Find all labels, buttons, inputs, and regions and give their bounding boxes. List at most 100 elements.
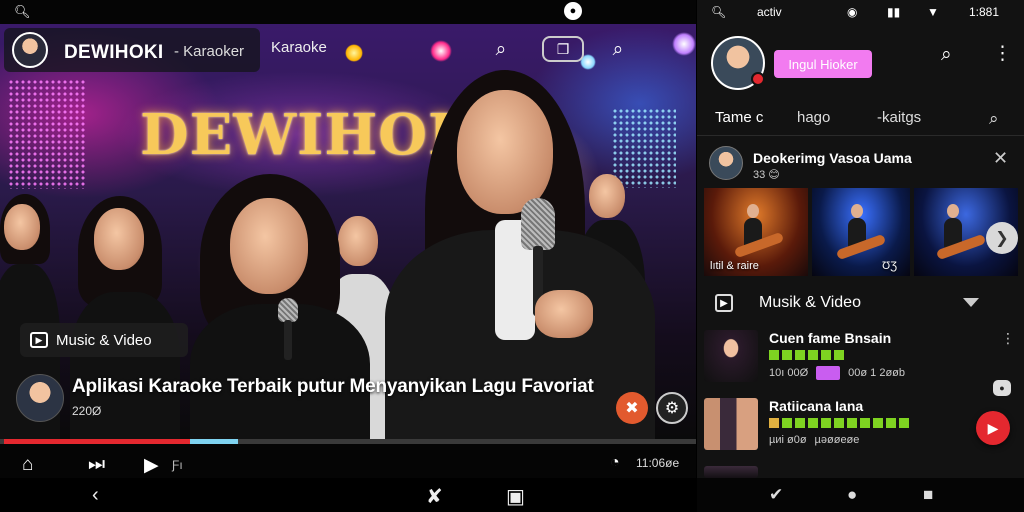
search-icon[interactable]: 🔍︎: [711, 5, 726, 19]
live-dot: [751, 72, 765, 86]
karaoke-link[interactable]: Karaoke: [271, 39, 327, 56]
suggestion-avatar[interactable]: [709, 146, 743, 180]
rating-bar: [795, 418, 805, 428]
cast-icon[interactable]: ❐: [542, 36, 584, 62]
list-badge: [816, 366, 841, 380]
cast-icon[interactable]: ✘: [426, 484, 443, 509]
meta-right: µəøøeøe: [814, 434, 860, 446]
wifi-icon: ▼: [927, 5, 939, 19]
meta-left: 10ı 00Ø: [769, 367, 809, 379]
rating-bar: [834, 350, 844, 360]
notifications-icon[interactable]: ⌕: [941, 44, 952, 66]
chevron-right-icon[interactable]: ❯: [986, 222, 1018, 254]
top-bar: DEWIHOKI - Karaoker Karaoke ⌕ ❐ ⌕: [0, 24, 696, 74]
rating-bars: [769, 418, 909, 428]
suggestion-subtitle: 33 😊: [753, 169, 780, 181]
notification-icon: ●: [564, 2, 582, 20]
signal-icon: ▮▮: [887, 5, 901, 19]
rating-bar: [782, 350, 792, 360]
next-icon[interactable]: ⏭: [88, 454, 105, 476]
list-item[interactable]: [697, 462, 1024, 478]
rating-bar: [821, 350, 831, 360]
list-title: Ratiicana Iana: [769, 398, 864, 414]
singer-woman: [190, 174, 370, 442]
list-thumbnail: [704, 466, 758, 478]
rating-bar: [769, 418, 779, 428]
list-item[interactable]: Cuen fame Bnsain 10ı 00Ø 00ø 1 2øøb ⋮: [697, 326, 1024, 386]
suggestion-title[interactable]: Deokerimg Vasoa Uama: [753, 150, 912, 166]
share-icon[interactable]: ✖: [616, 392, 648, 424]
home-icon[interactable]: ⌂: [22, 454, 33, 476]
search-icon[interactable]: ⌕: [604, 38, 632, 62]
more-icon[interactable]: ⋮: [993, 42, 1012, 65]
timer-icon: ◔: [610, 454, 620, 471]
rating-bar: [860, 418, 870, 428]
chevron-down-icon[interactable]: [963, 298, 979, 307]
feed-tabs: Tame c hago -kaitgs ⌕: [697, 100, 1024, 136]
music-video-icon: ▶: [715, 294, 733, 312]
profile-row: Ingul Hioker ⌕ ⋮: [697, 26, 1024, 100]
rating-bar: [886, 418, 896, 428]
player-controls: ⌂ ⏭ ▶ Ƒı ◔ 11:06øe: [0, 444, 696, 478]
rating-bar: [769, 350, 779, 360]
feed-pane: 🔍︎ activ ◉ ▮▮ ▼ 1:881 Ingul Hioker ⌕ ⋮ T…: [697, 0, 1024, 512]
thumbnail-label: lıtil & raire: [710, 260, 759, 272]
search-icon[interactable]: 🔍︎: [14, 4, 31, 20]
video-title[interactable]: Aplikasi Karaoke Terbaik putur Menyanyik…: [72, 376, 594, 398]
home-icon[interactable]: ●: [847, 485, 857, 505]
profile-pill-button[interactable]: Ingul Hioker: [774, 50, 872, 78]
list-thumbnail: [704, 398, 758, 450]
video-subtitle: 220Ø: [72, 404, 102, 418]
meta-right: 00ø 1 2øøb: [848, 367, 905, 379]
close-icon[interactable]: ✕: [993, 148, 1008, 169]
profile-avatar[interactable]: [711, 36, 765, 90]
thumbnail-label: ƱƷ: [882, 260, 897, 272]
rating-bar: [847, 418, 857, 428]
brand-chip[interactable]: DEWIHOKI - Karaoker: [4, 28, 260, 72]
list-title: Cuen fame Bnsain: [769, 330, 892, 346]
rating-bar: [808, 350, 818, 360]
system-nav-bar: ✔ ● ■: [697, 478, 1024, 512]
category-label: Music & Video: [56, 331, 152, 349]
rating-bar: [808, 418, 818, 428]
tab-kaitgs[interactable]: -kaitgs: [877, 109, 921, 126]
play-fab-button[interactable]: ▶: [976, 411, 1010, 445]
rating-bar: [834, 418, 844, 428]
pin-icon[interactable]: ⌕: [487, 38, 515, 62]
rating-bar: [795, 350, 805, 360]
search-icon[interactable]: ⌕: [989, 109, 999, 129]
channel-avatar[interactable]: [12, 32, 48, 68]
back-icon[interactable]: ‹: [92, 484, 99, 507]
section-title: Musik & Video: [759, 294, 861, 311]
back-icon[interactable]: ✔: [769, 485, 783, 505]
settings-icon[interactable]: ⚙: [656, 392, 688, 424]
app-icon: ◉: [847, 5, 858, 19]
rating-bar: [899, 418, 909, 428]
more-icon[interactable]: ⋮: [1001, 330, 1015, 347]
rating-bar: [873, 418, 883, 428]
music-video-icon: ▶: [30, 332, 48, 348]
rating-bars: [769, 350, 844, 360]
list-meta: µиi ø0ø µəøøeøe: [769, 434, 859, 446]
rating-bar: [782, 418, 792, 428]
suggestion-thumbnail[interactable]: ƱƷ: [812, 188, 910, 276]
recents-icon[interactable]: ■: [923, 485, 933, 505]
category-chip[interactable]: ▶ Music & Video: [20, 323, 188, 357]
recents-icon[interactable]: ▣: [506, 484, 525, 509]
list-thumbnail: [704, 330, 758, 382]
battery-label: 1:881: [969, 5, 1000, 19]
play-icon[interactable]: ▶: [144, 454, 159, 477]
suggestion-thumbnail[interactable]: lıtil & raire: [704, 188, 808, 276]
tab-hago[interactable]: hago: [797, 109, 830, 126]
video-channel-avatar[interactable]: [16, 374, 64, 422]
list-meta: 10ı 00Ø 00ø 1 2øøb: [769, 366, 905, 380]
status-bar: 🔍︎ ●: [0, 0, 696, 24]
status-bar: 🔍︎ activ ◉ ▮▮ ▼ 1:881: [697, 0, 1024, 24]
meta-left: µиi ø0ø: [769, 434, 807, 446]
brand-name: DEWIHOKI: [64, 42, 164, 63]
tab-tame[interactable]: Tame c: [715, 109, 763, 126]
controls-label: Ƒı: [172, 458, 183, 472]
list-item[interactable]: Ratiicana Iana µиi ø0ø µəøøeøe: [697, 394, 1024, 454]
system-nav-bar: ‹ ✘ ▣: [0, 478, 696, 512]
section-header: ▶ Musik & Video: [697, 286, 1024, 322]
